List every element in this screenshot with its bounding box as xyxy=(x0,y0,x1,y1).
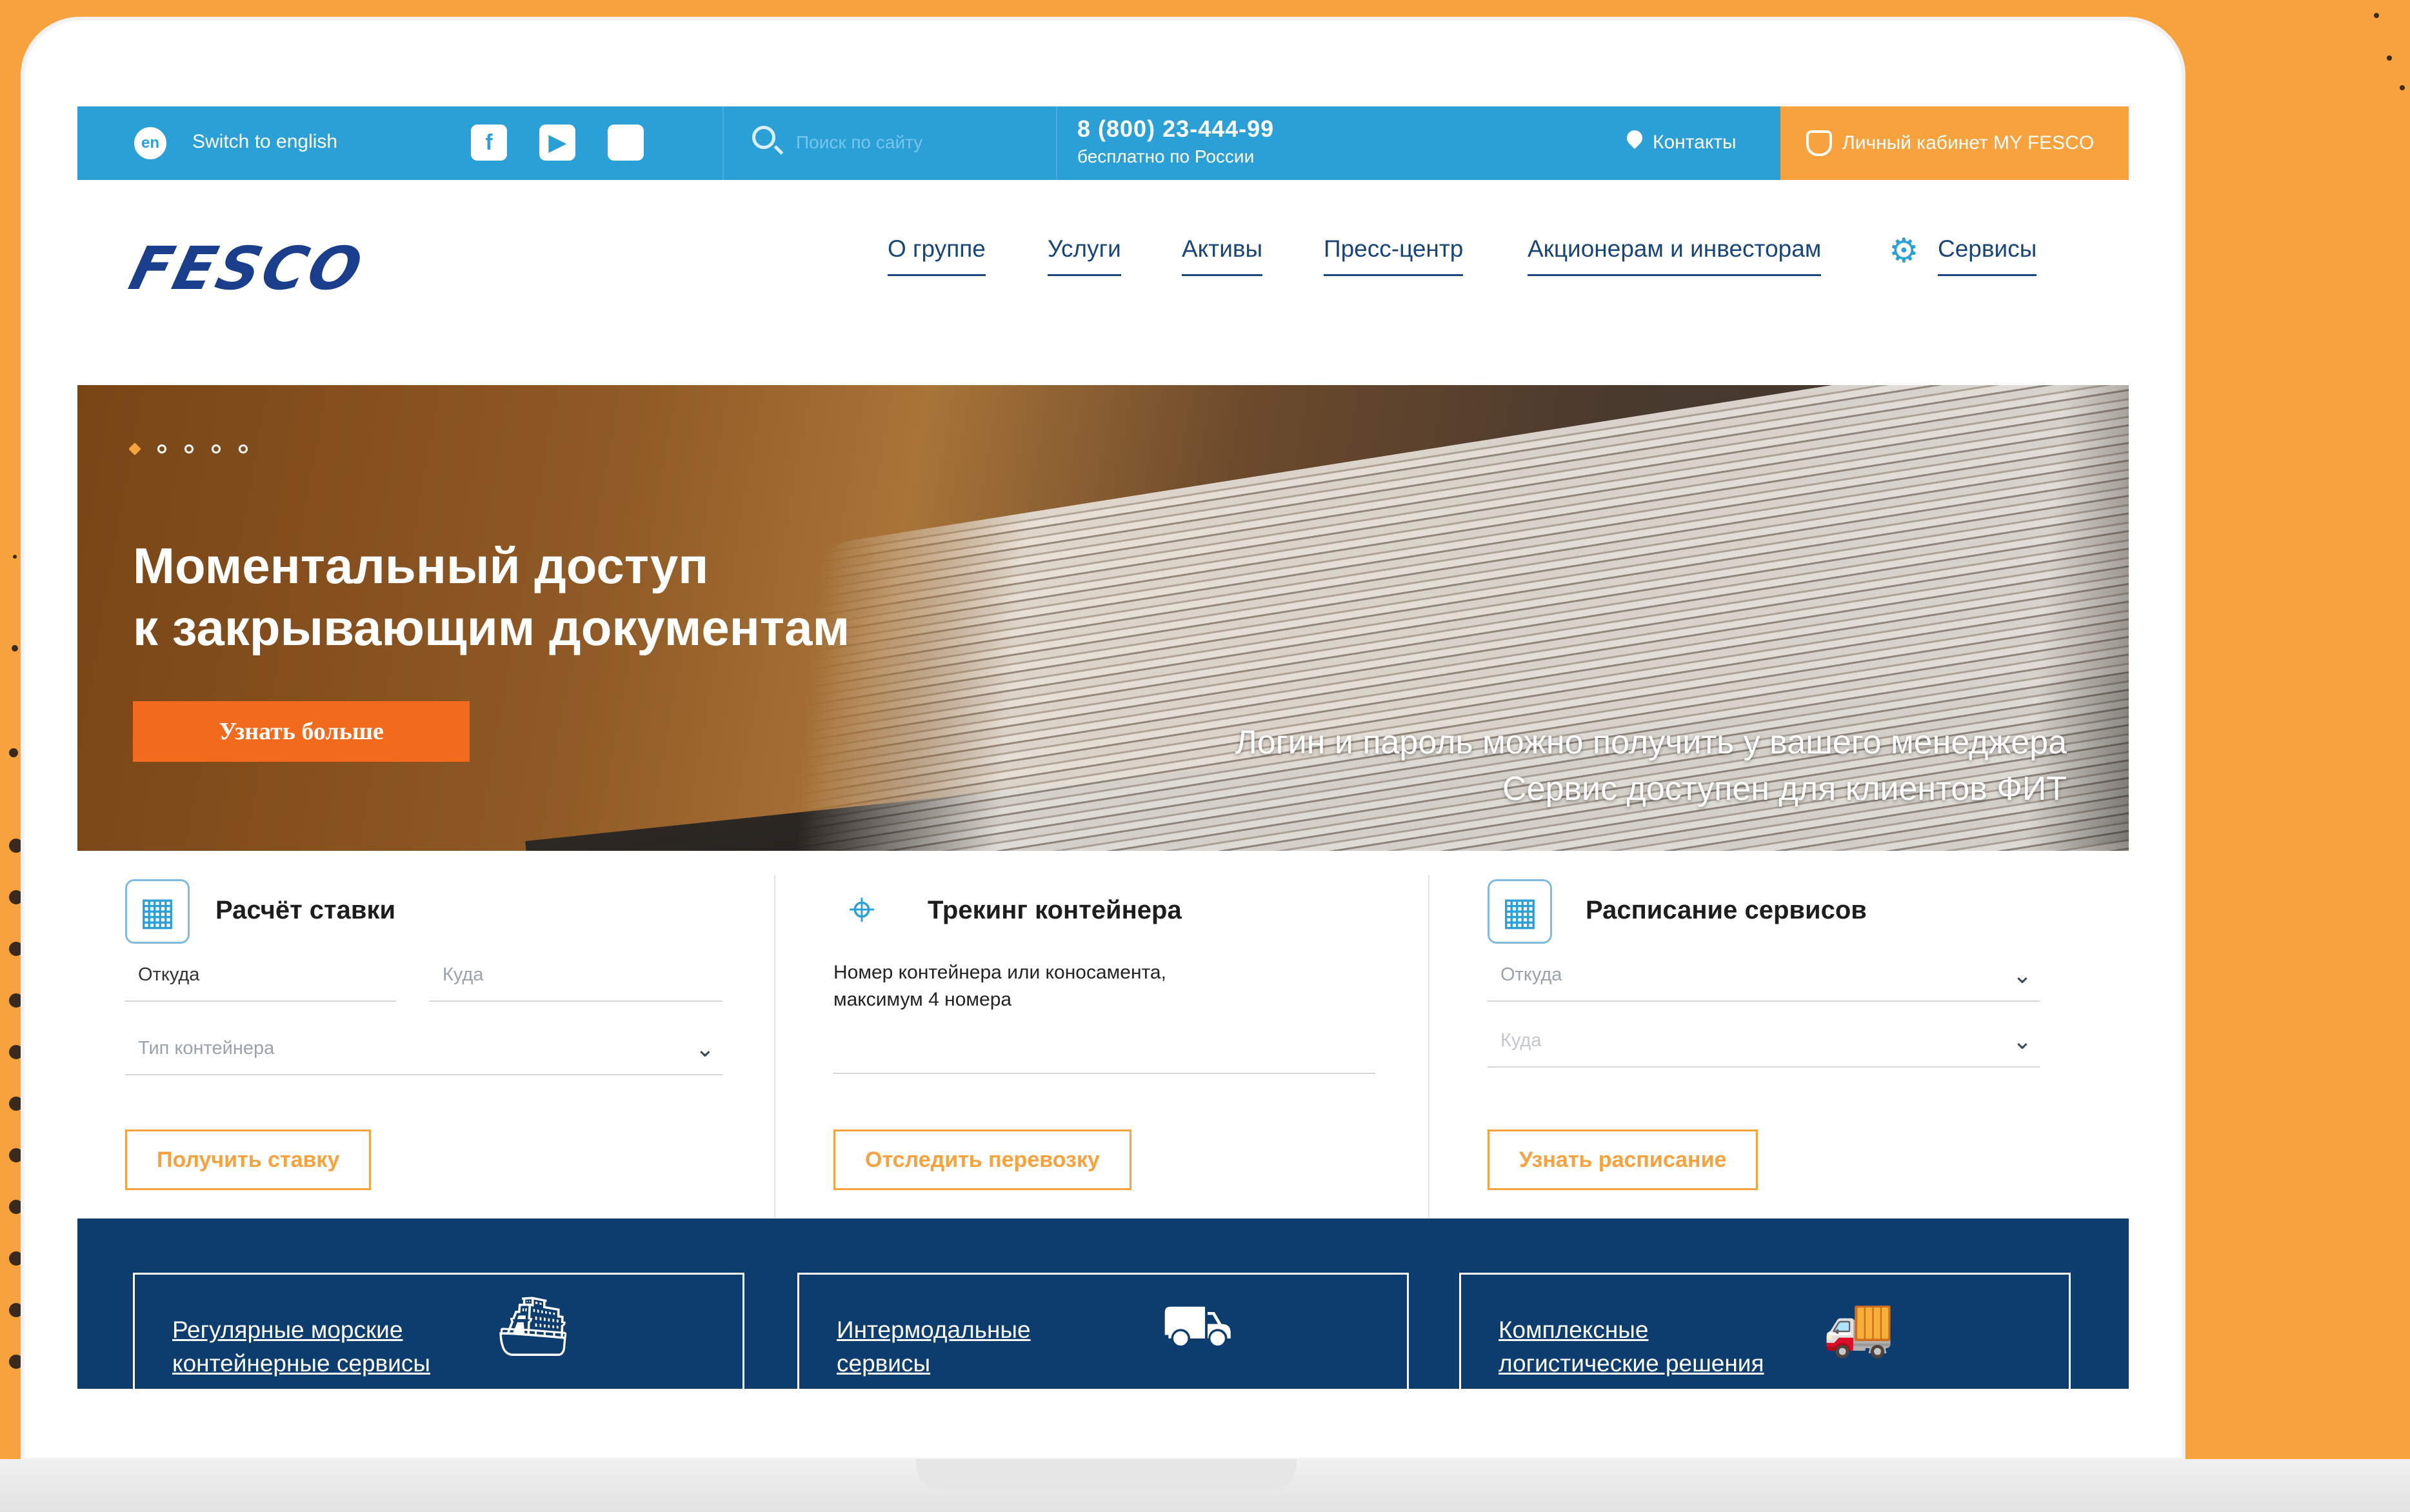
search-icon[interactable] xyxy=(752,126,775,149)
rate-title: Расчёт ставки xyxy=(215,896,396,924)
calculator-icon: ▦ xyxy=(125,879,190,944)
container-type-select[interactable]: Тип контейнера ⌄ xyxy=(125,1035,722,1075)
chevron-down-icon: ⌄ xyxy=(2012,962,2032,988)
service-card-logistics[interactable]: Комплексные логистические решения 🚚 xyxy=(1459,1273,2071,1389)
chevron-down-icon: ⌄ xyxy=(695,1035,715,1062)
personal-cabinet-button[interactable]: Личный кабинет MY FESCO xyxy=(1780,106,2129,180)
nav-about-group[interactable]: О группе xyxy=(888,235,986,276)
rate-from-field[interactable]: Откуда xyxy=(125,964,396,1002)
search-box xyxy=(722,106,1057,180)
contacts-link[interactable]: Контакты xyxy=(1626,124,1737,161)
top-bar: en Switch to english f ▶ 8 (800) 23-444-… xyxy=(77,106,2129,180)
nav-press-center[interactable]: Пресс-центр xyxy=(1324,235,1464,276)
get-rate-button[interactable]: Получить ставку xyxy=(125,1129,372,1190)
service-card-intermodal[interactable]: Интермодальные сервисы ⛟ xyxy=(797,1273,1409,1389)
language-switch-link[interactable]: Switch to english xyxy=(192,131,337,153)
slider-dot-3[interactable] xyxy=(184,444,194,453)
truck-crane-icon: ⛟ xyxy=(1160,1293,1234,1358)
website-screen: en Switch to english f ▶ 8 (800) 23-444-… xyxy=(77,106,2129,1389)
service-card-label[interactable]: Регулярные морские контейнерные сервисы xyxy=(172,1313,430,1380)
slider-dot-5[interactable] xyxy=(239,444,248,453)
slider-dot-1[interactable] xyxy=(128,443,141,455)
rate-widget: ▦ Расчёт ставки Откуда Куда Тип контейне… xyxy=(77,851,774,1219)
location-pin-icon xyxy=(1626,130,1644,155)
schedule-to-label: Куда xyxy=(1500,1030,1542,1051)
hero-banner: Моментальный доступ к закрывающим докуме… xyxy=(77,385,2129,851)
container-type-label: Тип контейнера xyxy=(138,1038,275,1059)
service-card-label[interactable]: Интермодальные сервисы xyxy=(837,1313,1031,1380)
slider-dot-4[interactable] xyxy=(212,444,221,453)
ship-icon: ⛴ xyxy=(496,1295,570,1359)
youtube-icon[interactable]: ▶ xyxy=(539,124,575,161)
schedule-to-select[interactable]: Куда ⌄ xyxy=(1488,1028,2040,1068)
contacts-label: Контакты xyxy=(1653,132,1737,153)
calendar-icon: ▦ xyxy=(1488,879,1552,944)
hero-title: Моментальный доступ к закрывающим докуме… xyxy=(133,537,850,656)
tracking-title: Трекинг контейнера xyxy=(928,896,1182,924)
nav-investors[interactable]: Акционерам и инвесторам xyxy=(1528,235,1822,276)
learn-more-button[interactable]: Узнать больше xyxy=(133,701,470,762)
nav-online-services[interactable]: Сервисы xyxy=(1938,235,2037,276)
phone-note: бесплатно по России xyxy=(1077,146,1255,166)
view-schedule-button[interactable]: Узнать расписание xyxy=(1488,1129,1758,1190)
rate-to-field[interactable]: Куда xyxy=(430,964,722,1002)
apple-icon[interactable] xyxy=(608,124,644,161)
chevron-down-icon: ⌄ xyxy=(2012,1028,2032,1054)
search-input[interactable] xyxy=(795,126,1042,159)
map-pin-icon: ⌖ xyxy=(848,884,875,935)
tracking-widget: ⌖ Трекинг контейнера Номер контейнера ил… xyxy=(775,851,1428,1219)
nav-services[interactable]: Услуги xyxy=(1048,235,1121,276)
fesco-logo[interactable]: FESCO xyxy=(123,234,371,303)
cabinet-label: Личный кабинет MY FESCO xyxy=(1842,132,2095,154)
facebook-icon[interactable]: f xyxy=(471,124,507,161)
tracking-number-input[interactable] xyxy=(833,1031,1375,1074)
slider-dots xyxy=(128,443,248,455)
schedule-from-select[interactable]: Откуда ⌄ xyxy=(1488,962,2040,1002)
phone-number[interactable]: 8 (800) 23-444-99 xyxy=(1077,115,1274,143)
language-icon[interactable]: en xyxy=(134,127,166,159)
nav-assets[interactable]: Активы xyxy=(1182,235,1263,276)
services-section: Регулярные морские контейнерные сервисы … xyxy=(77,1219,2129,1389)
gear-icon[interactable]: ⚙ xyxy=(1889,232,1919,270)
laptop-notch xyxy=(916,1459,1297,1490)
track-shipment-button[interactable]: Отследить перевозку xyxy=(833,1129,1131,1190)
schedule-widget: ▦ Расписание сервисов Откуда ⌄ Куда ⌄ Уз… xyxy=(1429,851,2129,1219)
schedule-from-label: Откуда xyxy=(1500,964,1562,985)
slider-dot-2[interactable] xyxy=(157,444,166,453)
cabinet-icon xyxy=(1806,130,1832,156)
service-card-sea[interactable]: Регулярные морские контейнерные сервисы … xyxy=(133,1273,744,1389)
schedule-title: Расписание сервисов xyxy=(1586,896,1867,924)
service-card-label[interactable]: Комплексные логистические решения xyxy=(1499,1313,1764,1380)
quick-widgets: ▦ Расчёт ставки Откуда Куда Тип контейне… xyxy=(77,851,2129,1219)
hero-note: Логин и пароль можно получить у вашего м… xyxy=(1235,724,2067,808)
tracking-hint: Номер контейнера или коносамента, максим… xyxy=(833,962,1166,1010)
truck-icon: 🚚 xyxy=(1822,1295,1895,1359)
